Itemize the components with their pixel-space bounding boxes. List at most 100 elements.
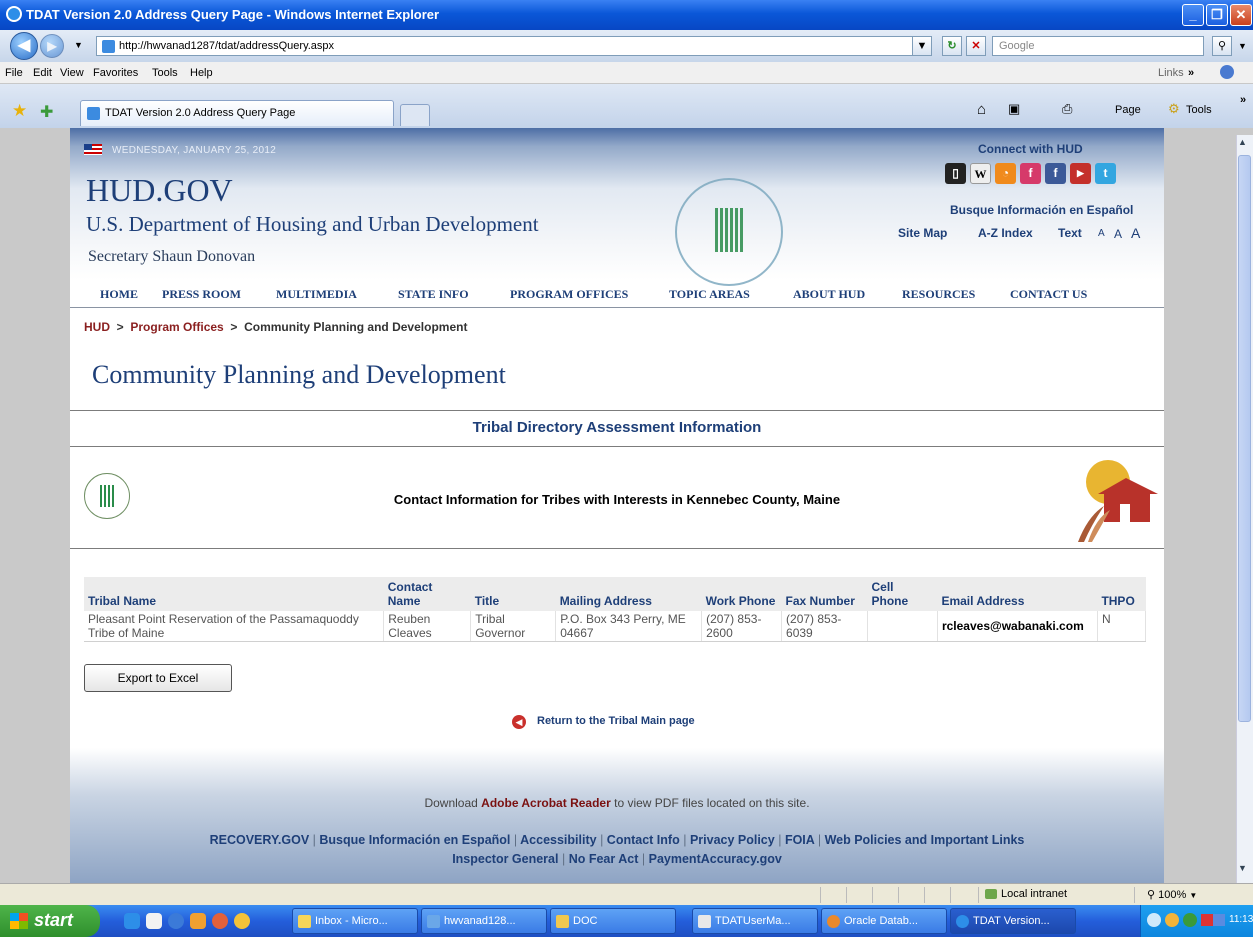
scrollbar-thumb[interactable] [1238, 155, 1251, 722]
nav-program-offices[interactable]: PROGRAM OFFICES [510, 287, 628, 302]
footer-web-policies-link[interactable]: Web Policies and Important Links [825, 833, 1025, 847]
add-favorites-icon[interactable]: ✚ [40, 102, 53, 122]
acrobat-link[interactable]: Adobe Acrobat Reader [481, 796, 611, 810]
taskbar-item-doc[interactable]: DOC [550, 908, 676, 934]
quicklaunch-app-icon[interactable] [168, 913, 184, 929]
refresh-icon[interactable]: ↻ [942, 36, 962, 56]
page-menu[interactable]: Page [1115, 104, 1141, 116]
nav-state-info[interactable]: STATE INFO [398, 287, 469, 302]
footer-accessibility-link[interactable]: Accessibility [520, 833, 596, 847]
stop-icon[interactable]: ✕ [966, 36, 986, 56]
export-to-excel-button[interactable]: Export to Excel [84, 664, 232, 692]
espanol-link[interactable]: Busque Información en Español [950, 203, 1133, 217]
address-dropdown-icon[interactable]: ▼ [912, 36, 932, 56]
menu-tools[interactable]: Tools [152, 67, 178, 79]
home-icon[interactable]: ⌂ [977, 101, 986, 118]
text-size-small[interactable]: A [1098, 228, 1105, 239]
wikipedia-icon[interactable]: W [970, 163, 991, 184]
footer-recovery-link[interactable]: RECOVERY.GOV [210, 833, 310, 847]
nav-press-room[interactable]: PRESS ROOM [162, 287, 241, 302]
quicklaunch-outlook-icon[interactable] [146, 913, 162, 929]
tray-icon[interactable] [1183, 913, 1197, 927]
nav-multimedia[interactable]: MULTIMEDIA [276, 287, 357, 302]
menu-view[interactable]: View [60, 67, 84, 79]
zone-indicator[interactable]: Local intranet [978, 887, 1118, 903]
menu-favorites[interactable]: Favorites [93, 67, 138, 79]
return-tribal-main-link[interactable]: Return to the Tribal Main page [537, 715, 695, 727]
twitter-icon[interactable]: t [1095, 163, 1116, 184]
breadcrumb-hud[interactable]: HUD [84, 320, 110, 334]
feeds-icon[interactable]: ▣ [1008, 101, 1020, 117]
return-arrow-icon[interactable]: ◀ [512, 715, 526, 729]
nav-resources[interactable]: RESOURCES [902, 287, 975, 302]
gear-icon[interactable]: ⚙ [1168, 101, 1180, 117]
facebook-icon[interactable]: f [1045, 163, 1066, 184]
zoom-dropdown-icon[interactable]: ▼ [1189, 891, 1197, 900]
start-button[interactable]: start [0, 905, 100, 937]
network-icon[interactable] [1213, 914, 1225, 926]
forward-icon[interactable]: ▶ [40, 34, 64, 58]
nav-contact-us[interactable]: CONTACT US [1010, 287, 1087, 302]
mobile-icon[interactable]: ▯ [945, 163, 966, 184]
back-icon[interactable]: ◀ [10, 32, 38, 60]
search-options-icon[interactable]: ▼ [1238, 41, 1247, 51]
footer-espanol-link[interactable]: Busque Información en Español [319, 833, 510, 847]
address-input[interactable]: http://hwvanad1287/tdat/addressQuery.asp… [96, 36, 932, 56]
menu-help[interactable]: Help [190, 67, 213, 79]
taskbar-item-tdat[interactable]: TDAT Version... [950, 908, 1076, 934]
history-dropdown-icon[interactable]: ▼ [74, 40, 83, 50]
nav-home[interactable]: HOME [100, 287, 138, 302]
site-map-link[interactable]: Site Map [898, 226, 947, 240]
tray-icon[interactable] [1147, 913, 1161, 927]
taskbar-item-oracle[interactable]: Oracle Datab... [821, 908, 947, 934]
tray-icon[interactable] [1201, 914, 1213, 926]
taskbar-item-tdatuserma[interactable]: TDATUserMa... [692, 908, 818, 934]
clock[interactable]: 11:13 AM [1229, 914, 1253, 925]
search-input[interactable]: Google [992, 36, 1204, 56]
favorites-star-icon[interactable]: ★ [12, 101, 27, 121]
quicklaunch-app2-icon[interactable] [190, 913, 206, 929]
text-size-medium[interactable]: A [1114, 227, 1122, 241]
toolbar-chevron-icon[interactable]: » [1240, 94, 1246, 106]
nav-about-hud[interactable]: ABOUT HUD [793, 287, 865, 302]
restore-button[interactable]: ❐ [1206, 4, 1228, 26]
rss-icon[interactable]: ◔ [995, 163, 1016, 184]
breadcrumb-program-offices[interactable]: Program Offices [130, 320, 223, 334]
close-button[interactable]: ✕ [1230, 4, 1252, 26]
text-size-large[interactable]: A [1131, 225, 1140, 241]
footer-privacy-link[interactable]: Privacy Policy [690, 833, 775, 847]
nav-topic-areas[interactable]: TOPIC AREAS [669, 287, 750, 302]
print-icon[interactable]: ⎙ [1062, 101, 1072, 117]
footer-foia-link[interactable]: FOIA [785, 833, 814, 847]
menu-edit[interactable]: Edit [33, 67, 52, 79]
site-logo[interactable]: HUD.GOV [86, 172, 233, 209]
links-chevron-icon[interactable]: » [1188, 67, 1194, 79]
search-icon[interactable]: ⚲ [1212, 36, 1232, 56]
scroll-down-icon[interactable]: ▼ [1238, 863, 1247, 873]
taskbar-item-hwvanad[interactable]: hwvanad128... [421, 908, 547, 934]
az-index-link[interactable]: A-Z Index [978, 226, 1033, 240]
secretary-name[interactable]: Secretary Shaun Donovan [88, 248, 255, 266]
tools-menu[interactable]: Tools [1186, 104, 1212, 116]
new-tab-button[interactable] [400, 104, 430, 126]
flickr-icon[interactable]: f [1020, 163, 1041, 184]
zoom-control[interactable]: ⚲ 100% ▼ [1134, 887, 1253, 903]
tab-active[interactable]: TDAT Version 2.0 Address Query Page [80, 100, 394, 126]
cell-email-address[interactable]: rcleaves@wabanaki.com [937, 611, 1098, 642]
scroll-up-icon[interactable]: ▲ [1238, 137, 1247, 147]
footer-no-fear-link[interactable]: No Fear Act [569, 852, 639, 866]
youtube-icon[interactable]: ▶ [1070, 163, 1091, 184]
menu-file[interactable]: File [5, 67, 23, 79]
footer-payment-accuracy-link[interactable]: PaymentAccuracy.gov [649, 852, 782, 866]
window-title-bar[interactable]: TDAT Version 2.0 Address Query Page - Wi… [0, 0, 1253, 30]
links-label[interactable]: Links [1158, 67, 1184, 79]
quicklaunch-app3-icon[interactable] [234, 913, 250, 929]
live-icon[interactable] [1220, 65, 1234, 79]
minimize-button[interactable]: _ [1182, 4, 1204, 26]
footer-inspector-general-link[interactable]: Inspector General [452, 852, 558, 866]
quicklaunch-firefox-icon[interactable] [212, 913, 228, 929]
footer-contact-info-link[interactable]: Contact Info [607, 833, 680, 847]
taskbar-item-inbox[interactable]: Inbox - Micro... [292, 908, 418, 934]
quicklaunch-ie-icon[interactable] [124, 913, 140, 929]
tray-icon[interactable] [1165, 913, 1179, 927]
